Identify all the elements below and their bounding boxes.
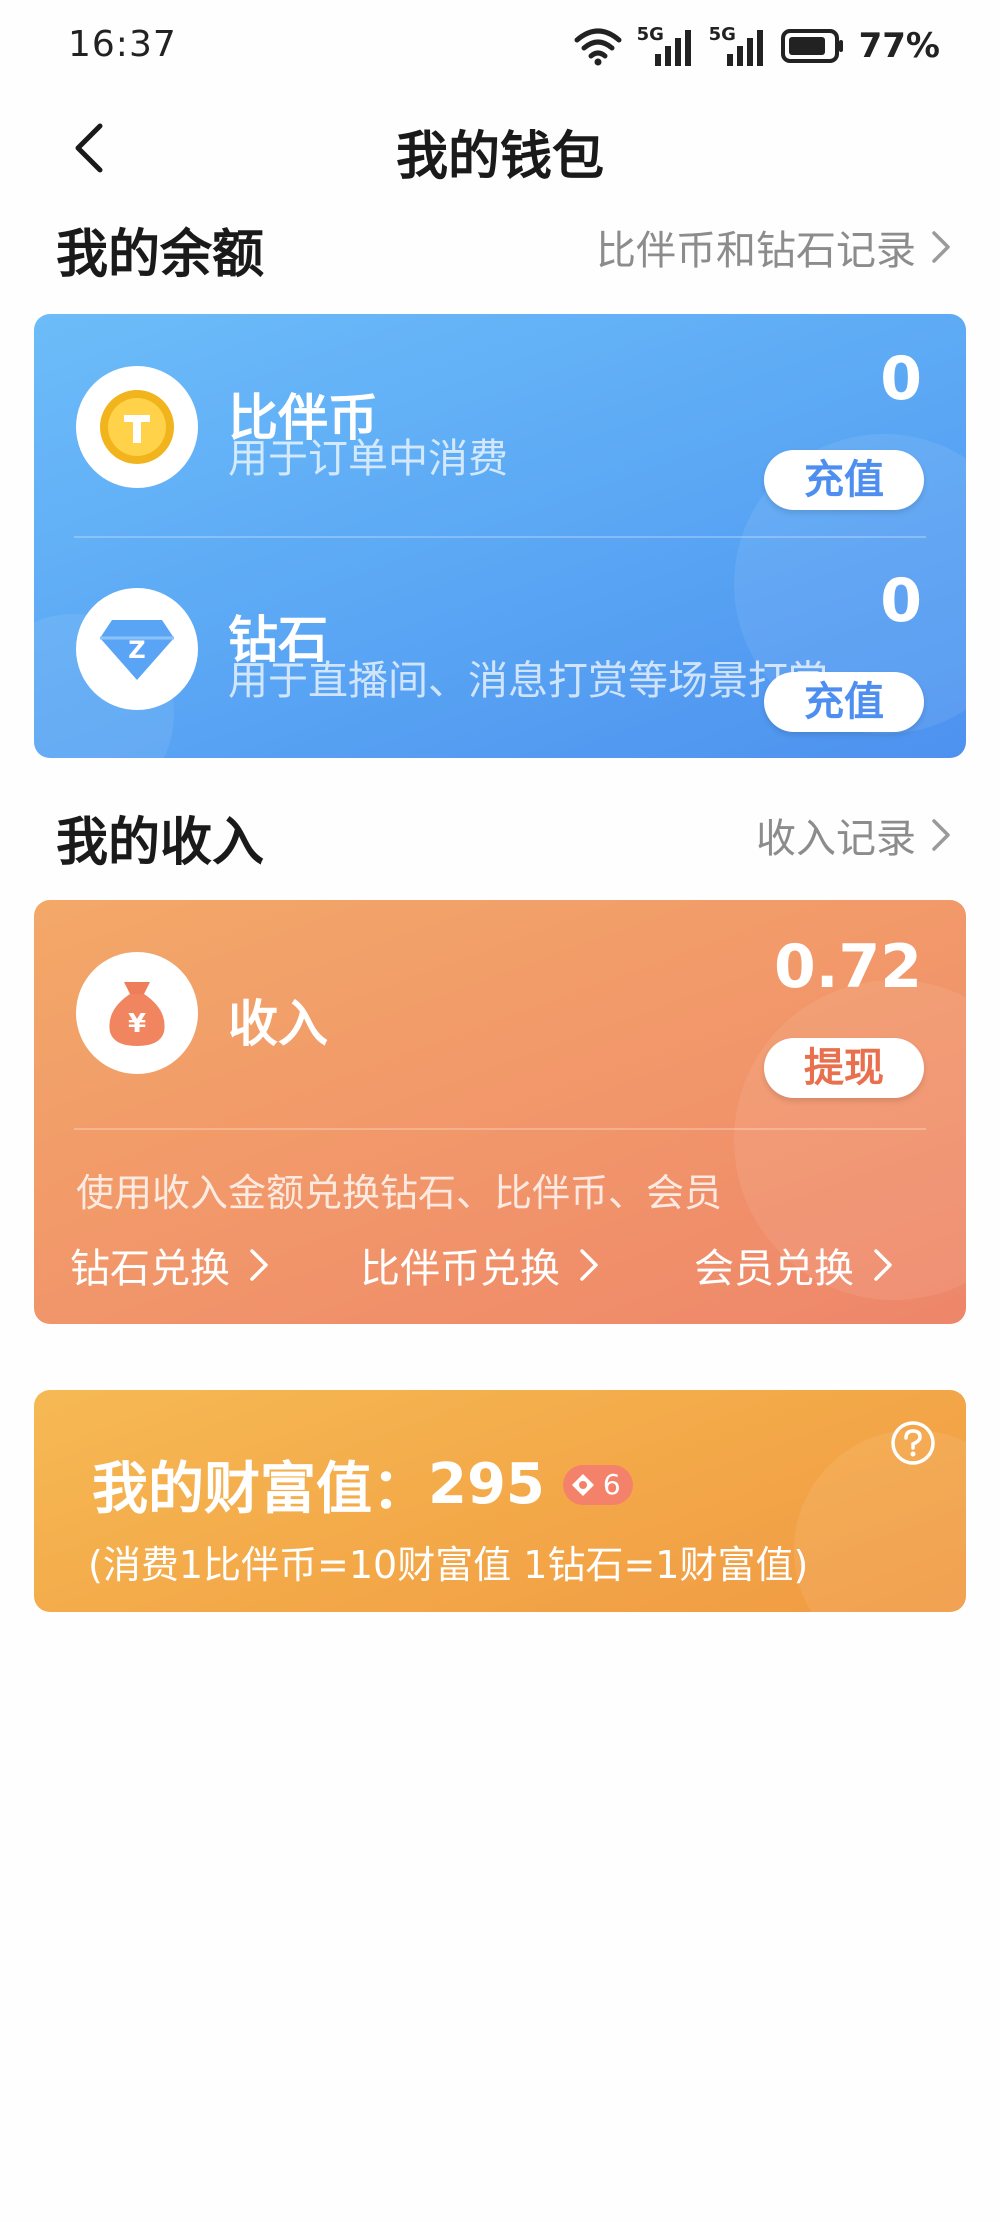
status-time: 16:37 xyxy=(68,24,177,65)
income-record-link[interactable]: 收入记录 xyxy=(756,806,952,864)
money-bag-icon: ¥ xyxy=(109,982,165,1046)
wealth-note: (消费1比伴币=10财富值 1钻石=1财富值) xyxy=(88,1543,809,1587)
battery-percent: 77% xyxy=(858,26,940,66)
withdraw-button[interactable]: 提现 xyxy=(764,1038,924,1098)
vip-exchange-link[interactable]: 会员兑换 xyxy=(694,1236,894,1294)
diamond-icon: Z xyxy=(100,620,174,680)
chevron-right-icon xyxy=(250,1249,268,1281)
income-record-label: 收入记录 xyxy=(756,816,916,862)
diamond-desc: 用于直播间、消息打赏等场景打赏 xyxy=(228,658,828,704)
wealth-level-badge: 6 xyxy=(562,1464,633,1505)
income-section-title: 我的收入 xyxy=(56,813,265,873)
card-divider xyxy=(74,1128,926,1130)
coin-desc: 用于订单中消费 xyxy=(228,436,508,482)
coin-recharge-button[interactable]: 充值 xyxy=(764,450,924,510)
diamond-exchange-link[interactable]: 钻石兑换 xyxy=(70,1236,270,1294)
diamond-balance: 0 xyxy=(880,566,922,636)
svg-text:Z: Z xyxy=(128,636,145,664)
status-icons: 5G 5G 77% xyxy=(573,24,940,68)
wealth-value-row: 我的财富值： 295 6 xyxy=(92,1444,633,1525)
signal-bars-icon xyxy=(726,30,763,66)
coin-exchange-link[interactable]: 比伴币兑换 xyxy=(360,1236,600,1294)
cell-signal-2: 5G xyxy=(709,24,767,68)
wealth-value: 295 xyxy=(428,1452,545,1517)
balance-record-label: 比伴币和钻石记录 xyxy=(596,228,916,274)
page-title: 我的钱包 xyxy=(395,127,604,187)
coin-icon-circle xyxy=(76,366,198,488)
coin-balance: 0 xyxy=(880,344,922,414)
chevron-right-icon xyxy=(580,1249,598,1281)
exchange-label: 比伴币兑换 xyxy=(360,1246,560,1292)
wealth-level-icon xyxy=(571,1473,594,1496)
battery-icon xyxy=(780,29,843,63)
balance-section-title: 我的余额 xyxy=(56,225,265,285)
income-card: ¥ 收入 0.72 提现 使用收入金额兑换钻石、比伴币、会员 钻石兑换 比伴币兑… xyxy=(34,900,966,1324)
card-divider xyxy=(74,536,926,538)
wealth-level: 6 xyxy=(602,1468,621,1501)
wealth-label: 我的财富值： xyxy=(92,1457,428,1522)
income-hint: 使用收入金额兑换钻石、比伴币、会员 xyxy=(76,1171,723,1215)
chevron-right-icon xyxy=(874,1249,892,1281)
diamond-icon-circle: Z xyxy=(76,588,198,710)
balance-card: 比伴币 用于订单中消费 0 充值 Z 钻石 用于直播间、消息打赏等场景打赏 0 … xyxy=(34,314,966,758)
exchange-label: 钻石兑换 xyxy=(70,1246,230,1292)
diamond-recharge-button[interactable]: 充值 xyxy=(764,672,924,732)
income-icon-circle: ¥ xyxy=(76,952,198,1074)
signal-bars-icon xyxy=(654,30,691,66)
cell-signal-1: 5G xyxy=(637,24,695,68)
exchange-label: 会员兑换 xyxy=(694,1246,854,1292)
gold-coin-icon xyxy=(100,390,174,464)
wifi-icon xyxy=(574,28,622,66)
help-icon[interactable] xyxy=(890,1420,936,1466)
chevron-right-icon xyxy=(932,819,950,851)
wealth-card: 我的财富值： 295 6 (消费1比伴币=10财富值 1钻石=1财富值) xyxy=(34,1390,966,1612)
balance-record-link[interactable]: 比伴币和钻石记录 xyxy=(596,218,952,276)
income-amount: 0.72 xyxy=(773,932,922,1002)
chevron-right-icon xyxy=(932,231,950,263)
card-watermark xyxy=(794,1430,966,1612)
income-name: 收入 xyxy=(228,995,328,1053)
svg-text:¥: ¥ xyxy=(128,1009,146,1039)
